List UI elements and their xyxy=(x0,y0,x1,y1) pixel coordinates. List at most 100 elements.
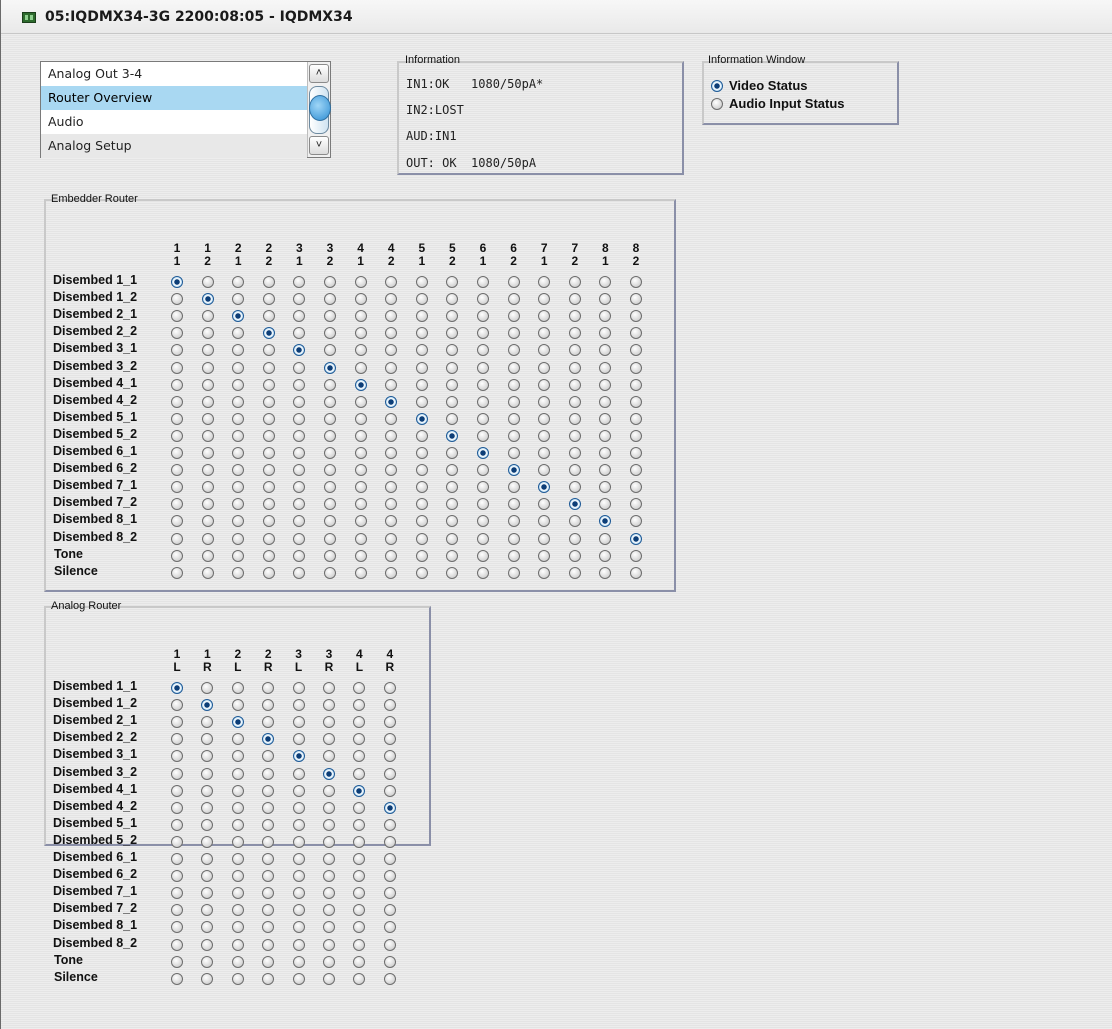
route-radio[interactable] xyxy=(354,361,367,374)
route-radio[interactable] xyxy=(324,378,336,391)
audio-input-status-label[interactable]: Audio Input Status xyxy=(729,96,845,111)
route-radio[interactable] xyxy=(201,327,214,340)
route-radio[interactable] xyxy=(231,682,244,694)
route-radio[interactable] xyxy=(201,515,214,528)
route-radio[interactable] xyxy=(385,532,398,545)
route-radio[interactable] xyxy=(232,532,245,545)
route-radio[interactable] xyxy=(323,835,335,848)
route-radio[interactable] xyxy=(171,361,183,374)
route-radio[interactable] xyxy=(353,938,366,951)
route-radio[interactable] xyxy=(292,733,305,746)
route-radio[interactable] xyxy=(415,327,428,340)
route-radio[interactable] xyxy=(231,784,244,797)
route-radio[interactable] xyxy=(477,276,489,288)
route-radio[interactable] xyxy=(262,801,275,814)
route-radio[interactable] xyxy=(324,532,336,545)
route-radio[interactable] xyxy=(262,293,275,306)
route-radio[interactable] xyxy=(292,887,305,900)
route-radio[interactable] xyxy=(353,972,366,985)
route-radio[interactable] xyxy=(323,938,335,951)
list-item[interactable]: Audio xyxy=(41,110,307,134)
route-radio[interactable] xyxy=(171,549,183,562)
route-radio[interactable] xyxy=(171,853,183,865)
route-radio[interactable] xyxy=(507,310,520,323)
route-radio[interactable] xyxy=(201,887,214,900)
route-radio[interactable] xyxy=(507,447,520,459)
route-radio[interactable] xyxy=(568,447,581,459)
page-list[interactable]: Analog Out 3-4 Router Overview Audio Analog… xyxy=(40,61,331,158)
video-status-label[interactable]: Video Status xyxy=(729,78,808,93)
route-radio[interactable] xyxy=(383,733,396,746)
route-radio[interactable] xyxy=(262,853,275,865)
route-radio[interactable] xyxy=(171,378,183,391)
route-radio[interactable] xyxy=(538,378,551,391)
route-radio[interactable] xyxy=(599,395,612,408)
route-radio[interactable] xyxy=(507,566,520,579)
route-radio[interactable] xyxy=(383,835,396,848)
route-radio[interactable] xyxy=(383,955,396,968)
route-radio[interactable] xyxy=(201,767,214,780)
route-radio[interactable] xyxy=(568,378,581,391)
route-radio[interactable] xyxy=(232,378,245,391)
route-radio[interactable] xyxy=(353,767,366,780)
route-radio[interactable] xyxy=(292,955,305,968)
route-radio[interactable] xyxy=(292,818,305,831)
route-radio[interactable] xyxy=(383,870,396,883)
route-radio[interactable] xyxy=(262,870,275,883)
route-radio[interactable] xyxy=(353,870,366,883)
route-radio[interactable] xyxy=(415,498,428,511)
route-radio[interactable] xyxy=(324,395,336,408)
route-radio[interactable] xyxy=(383,972,396,985)
route-radio[interactable] xyxy=(323,853,335,865)
route-radio[interactable] xyxy=(507,378,520,391)
route-radio[interactable] xyxy=(630,429,642,442)
scroll-down-button[interactable]: ˅ xyxy=(309,136,329,155)
route-radio[interactable] xyxy=(415,378,428,391)
route-radio[interactable] xyxy=(292,682,305,694)
route-radio[interactable] xyxy=(538,566,551,579)
route-radio[interactable] xyxy=(446,395,459,408)
route-radio[interactable] xyxy=(323,955,335,968)
route-radio[interactable] xyxy=(507,532,520,545)
route-radio[interactable] xyxy=(171,293,183,306)
route-radio[interactable] xyxy=(630,412,642,425)
route-radio[interactable] xyxy=(383,887,396,900)
route-radio[interactable] xyxy=(201,378,214,391)
route-radio[interactable] xyxy=(383,904,396,917)
route-radio[interactable] xyxy=(415,310,428,323)
route-radio[interactable] xyxy=(353,801,366,814)
route-radio[interactable] xyxy=(171,835,183,848)
route-radio[interactable] xyxy=(507,395,520,408)
route-radio[interactable] xyxy=(477,566,489,579)
route-radio[interactable] xyxy=(477,395,489,408)
route-radio[interactable] xyxy=(599,532,612,545)
route-radio[interactable] xyxy=(507,276,520,288)
route-radio[interactable] xyxy=(538,532,551,545)
route-radio[interactable] xyxy=(262,835,275,848)
route-radio[interactable] xyxy=(354,310,367,323)
route-radio[interactable] xyxy=(385,412,398,425)
route-radio[interactable] xyxy=(201,361,214,374)
route-radio[interactable] xyxy=(415,429,428,442)
route-radio[interactable] xyxy=(507,327,520,340)
route-radio[interactable] xyxy=(323,904,335,917)
route-radio[interactable] xyxy=(599,566,612,579)
route-radio[interactable] xyxy=(201,904,214,917)
route-radio[interactable] xyxy=(201,310,214,323)
route-radio[interactable] xyxy=(354,276,367,288)
route-radio[interactable] xyxy=(262,327,275,340)
route-radio[interactable] xyxy=(293,361,306,374)
route-radio[interactable] xyxy=(538,412,551,425)
route-radio[interactable] xyxy=(383,699,396,712)
route-radio[interactable] xyxy=(201,395,214,408)
route-radio[interactable] xyxy=(171,870,183,883)
route-radio[interactable] xyxy=(354,549,367,562)
route-radio[interactable] xyxy=(415,532,428,545)
route-radio[interactable] xyxy=(231,818,244,831)
route-radio[interactable] xyxy=(201,921,214,934)
route-radio[interactable] xyxy=(630,447,642,459)
route-radio[interactable] xyxy=(507,515,520,528)
route-radio[interactable] xyxy=(477,361,489,374)
route-radio[interactable] xyxy=(385,429,398,442)
route-radio[interactable] xyxy=(323,887,335,900)
